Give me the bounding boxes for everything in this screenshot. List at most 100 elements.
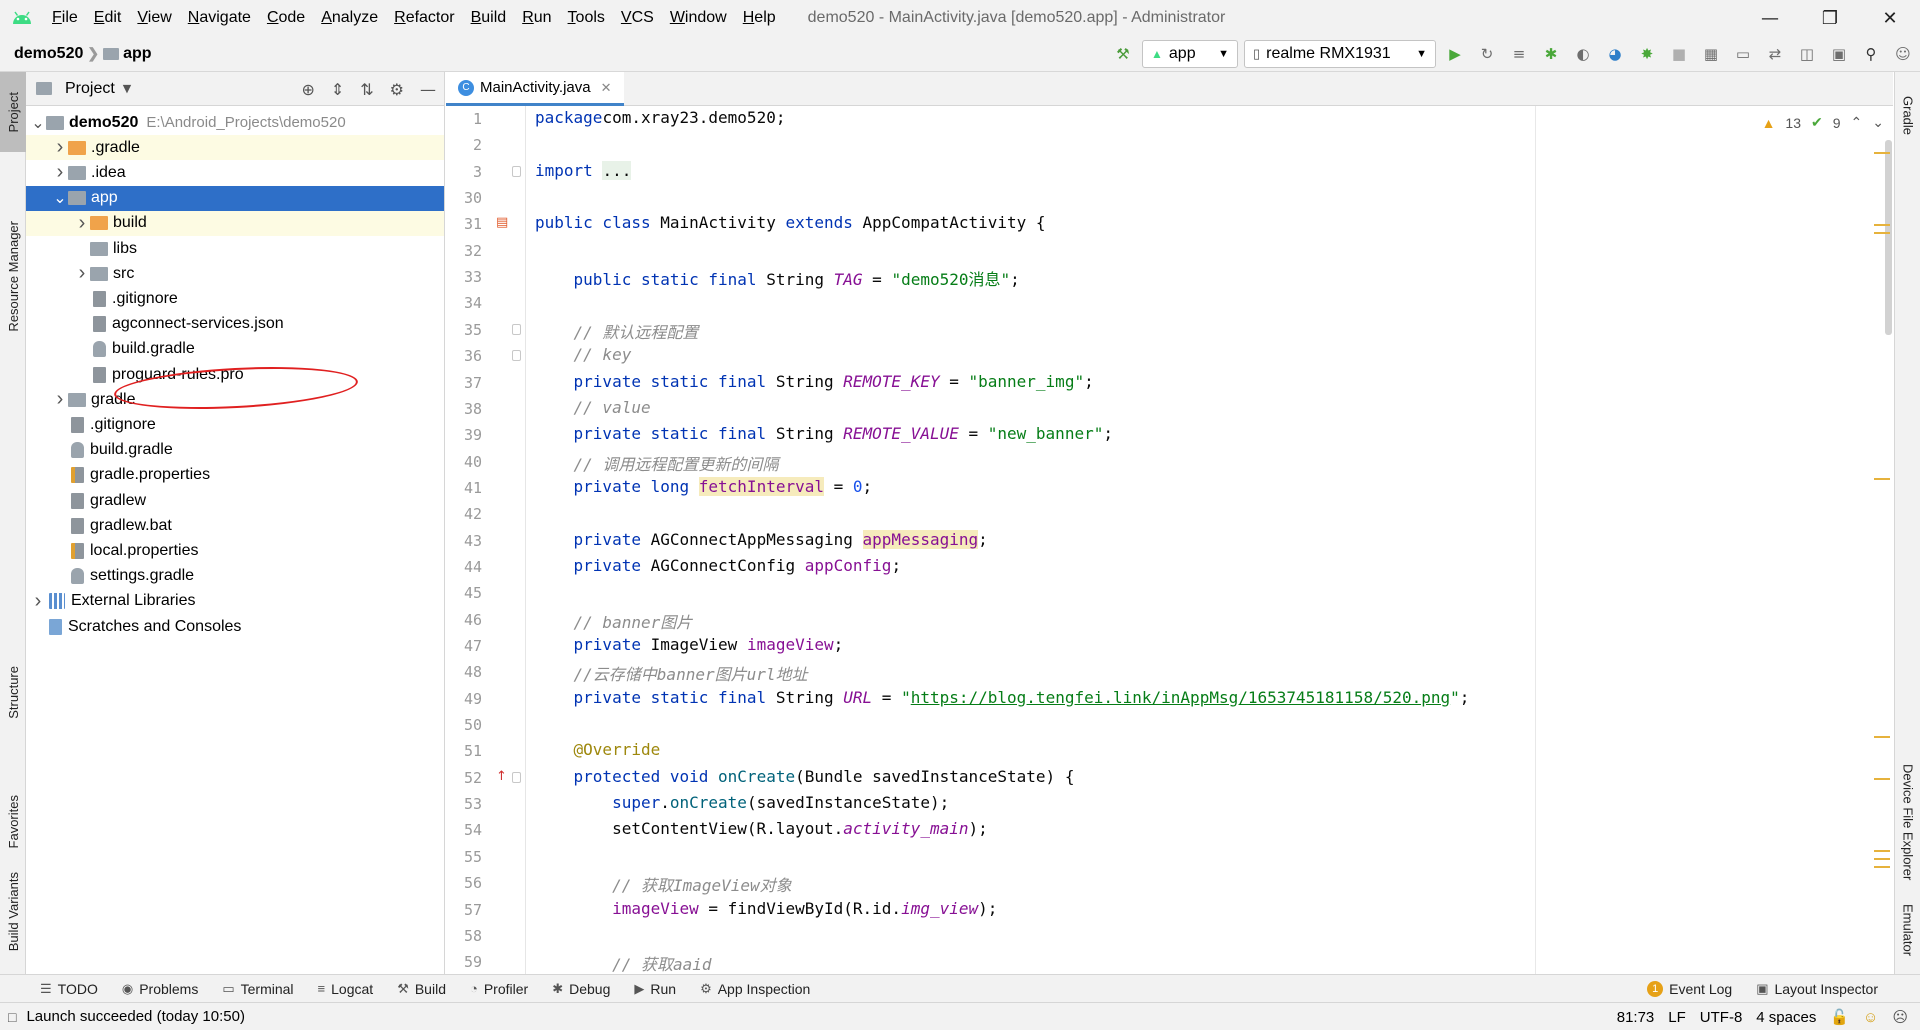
menu-vcs[interactable]: VCS [613, 9, 662, 27]
warning-stripe-mark[interactable] [1874, 224, 1890, 226]
menu-run[interactable]: Run [514, 9, 559, 27]
chevron-right-icon[interactable]: › [74, 262, 90, 285]
app-inspection-tool-button[interactable]: ⚙ App Inspection [688, 981, 822, 997]
tab-gradle[interactable]: Gradle [1895, 76, 1920, 156]
menu-view[interactable]: View [129, 9, 179, 27]
code-line[interactable]: // 获取aaid [535, 951, 711, 974]
chevron-down-icon[interactable]: ▼ [123, 82, 131, 95]
profile-icon[interactable]: ◐ [1570, 41, 1596, 67]
logcat-tool-button[interactable]: ≡ Logcat [306, 981, 386, 997]
code-line[interactable]: private long fetchInterval = 0; [535, 476, 872, 496]
chevron-right-icon[interactable]: › [30, 590, 46, 613]
tree-item[interactable]: gradle.properties [26, 463, 444, 488]
menu-file[interactable]: File [44, 9, 86, 27]
code-line[interactable]: setContentView(R.layout.activity_main); [535, 819, 988, 838]
sync-gradle-icon[interactable]: ⇄ [1762, 41, 1788, 67]
chevron-up-icon[interactable]: ⌃ [1851, 114, 1863, 131]
code-line[interactable]: // value [535, 398, 651, 417]
tab-build-variants[interactable]: Build Variants [0, 852, 26, 972]
run-play-icon[interactable]: ▶ [1442, 41, 1468, 67]
code-line[interactable]: protected void onCreate(Bundle savedInst… [535, 767, 1075, 786]
menu-refactor[interactable]: Refactor [386, 9, 462, 27]
project-structure-icon[interactable]: ▦ [1698, 41, 1724, 67]
warning-stripe-mark[interactable] [1874, 232, 1890, 234]
layout-preview-icon[interactable]: ▤ [496, 215, 508, 230]
warning-stripe-mark[interactable] [1874, 858, 1890, 860]
tab-mainactivity-java[interactable]: C MainActivity.java ✕ [446, 72, 624, 106]
tree-item[interactable]: Scratches and Consoles [26, 614, 444, 639]
close-tab-icon[interactable]: ✕ [601, 80, 612, 96]
tree-item[interactable]: › gradle [26, 387, 444, 412]
chevron-right-icon[interactable]: › [52, 161, 68, 184]
chevron-down-icon[interactable]: ⌄ [1872, 114, 1884, 131]
tree-item[interactable]: .gitignore [26, 286, 444, 311]
happy-face-icon[interactable]: ☺ [1863, 1009, 1878, 1026]
debug-tool-button[interactable]: ✱ Debug [540, 981, 622, 997]
sdk-manager-icon[interactable]: ▣ [1826, 41, 1852, 67]
chevron-right-icon[interactable]: › [52, 136, 68, 159]
warning-stripe-mark[interactable] [1874, 866, 1890, 868]
code-editor[interactable]: packagecom.xray23.demo520; import ... publ… [527, 106, 1887, 974]
inspection-widget[interactable]: ▲ 13 ✔ 9 ⌃ ⌄ [1762, 114, 1884, 131]
tree-item[interactable]: › .idea [26, 160, 444, 185]
code-line[interactable]: imageView = findViewById(R.id.img_view); [535, 899, 997, 918]
collapse-all-icon[interactable]: ⇅ [360, 80, 373, 99]
tree-item[interactable]: › .gradle [26, 135, 444, 161]
tree-item[interactable]: › src [26, 261, 444, 286]
chevron-down-icon[interactable]: ⌄ [30, 113, 46, 133]
tree-item[interactable]: ⌄ demo520 E:\Android_Projects\demo520 [26, 110, 444, 135]
chevron-right-icon[interactable]: › [74, 212, 90, 235]
code-line[interactable]: public class MainActivity extends AppCom… [535, 213, 1046, 232]
problems-tool-button[interactable]: ◉ Problems [110, 981, 210, 997]
caret-position[interactable]: 81:73 [1617, 1009, 1655, 1026]
tree-item[interactable]: settings.gradle [26, 564, 444, 589]
gear-icon[interactable]: ⚙ [390, 80, 404, 99]
indent-setting[interactable]: 4 spaces [1756, 1009, 1816, 1026]
code-line[interactable]: private static final String REMOTE_KEY =… [535, 372, 1094, 391]
device-manager-icon[interactable]: ▭ [1730, 41, 1756, 67]
fold-marker-icon[interactable] [512, 165, 521, 177]
user-icon[interactable]: ☺ [1890, 41, 1916, 67]
menu-help[interactable]: Help [735, 9, 784, 27]
fold-marker-icon[interactable] [512, 323, 521, 335]
tab-project[interactable]: Project [0, 72, 26, 152]
tab-structure[interactable]: Structure [0, 632, 26, 752]
fold-marker-icon[interactable] [512, 771, 521, 783]
stop-icon[interactable]: ■ [1666, 41, 1692, 67]
menu-edit[interactable]: Edit [86, 9, 130, 27]
tree-item[interactable]: gradlew [26, 488, 444, 513]
fold-marker-icon[interactable] [512, 350, 521, 362]
tree-item[interactable]: proguard-rules.pro [26, 362, 444, 387]
menu-tools[interactable]: Tools [560, 9, 613, 27]
menu-analyze[interactable]: Analyze [313, 9, 386, 27]
warning-stripe-mark[interactable] [1874, 478, 1890, 480]
expand-all-icon[interactable]: ⇕ [331, 80, 344, 99]
code-line[interactable]: packagecom.xray23.demo520; [535, 108, 785, 127]
debug-bug-icon[interactable]: ✱ [1538, 41, 1564, 67]
code-line[interactable]: private static final String REMOTE_VALUE… [535, 424, 1113, 443]
code-line[interactable]: private static final String URL = "https… [535, 688, 1470, 707]
breadcrumb-module[interactable]: app [123, 45, 151, 63]
line-separator[interactable]: LF [1668, 1009, 1686, 1026]
menu-build[interactable]: Build [463, 9, 515, 27]
sad-face-icon[interactable]: ☹ [1892, 1008, 1908, 1026]
code-line[interactable]: // 默认远程配置 [535, 319, 699, 343]
code-line[interactable]: // banner图片 [535, 609, 693, 633]
hide-panel-icon[interactable]: — [420, 80, 436, 99]
build-tool-button[interactable]: ⚒ Build [385, 981, 458, 997]
run-tool-button[interactable]: ▶ Run [622, 981, 688, 997]
code-line[interactable]: // 获取ImageView对象 [535, 872, 792, 896]
chevron-right-icon[interactable]: › [52, 388, 68, 411]
apply-code-changes-icon[interactable]: ≡ [1506, 41, 1532, 67]
search-icon[interactable]: ⚲ [1858, 41, 1884, 67]
avd-manager-icon[interactable]: ◫ [1794, 41, 1820, 67]
status-message[interactable]: □ Launch succeeded (today 10:50) [8, 1008, 245, 1025]
make-project-hammer-icon[interactable]: ⚒ [1110, 41, 1136, 67]
tab-emulator[interactable]: Emulator [1895, 890, 1920, 970]
minimize-icon[interactable]: — [1740, 0, 1800, 36]
close-icon[interactable]: ✕ [1860, 0, 1920, 36]
file-encoding[interactable]: UTF-8 [1700, 1009, 1743, 1026]
code-line[interactable]: private ImageView imageView; [535, 635, 844, 654]
tree-item[interactable]: .gitignore [26, 412, 444, 437]
restore-icon[interactable]: ❐ [1800, 0, 1860, 36]
